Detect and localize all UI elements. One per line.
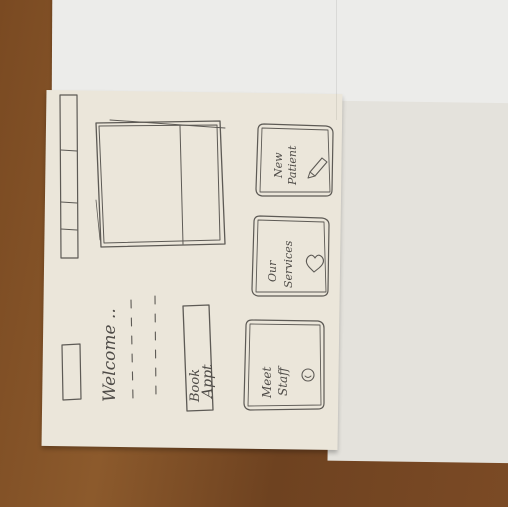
wireframe-sketch xyxy=(59,94,334,412)
card-meet-staff-label-line2: Staff xyxy=(276,367,290,396)
smiley-icon xyxy=(301,368,315,382)
body-text-lines xyxy=(130,295,157,401)
book-appt-label-line2: Appt xyxy=(200,364,216,398)
heart-icon xyxy=(305,254,325,273)
card-our-services-label-line2: Services xyxy=(282,240,295,288)
card-meet-staff-sketch xyxy=(243,319,325,411)
card-meet-staff-label-line1: Meet xyxy=(260,366,274,398)
logo-placeholder xyxy=(61,343,82,401)
photo-scene: Welcome .. Book Appt New Patient Our Ser… xyxy=(0,0,508,507)
pencil-icon xyxy=(307,157,328,179)
welcome-text: Welcome .. xyxy=(100,308,120,402)
card-new-patient-label-line2: Patient xyxy=(286,145,299,185)
hero-image-placeholder xyxy=(95,119,226,248)
card-new-patient-label-line1: New xyxy=(272,152,285,178)
card-our-services-label-line1: Our xyxy=(266,260,279,282)
nav-bar-sketch xyxy=(59,94,79,259)
